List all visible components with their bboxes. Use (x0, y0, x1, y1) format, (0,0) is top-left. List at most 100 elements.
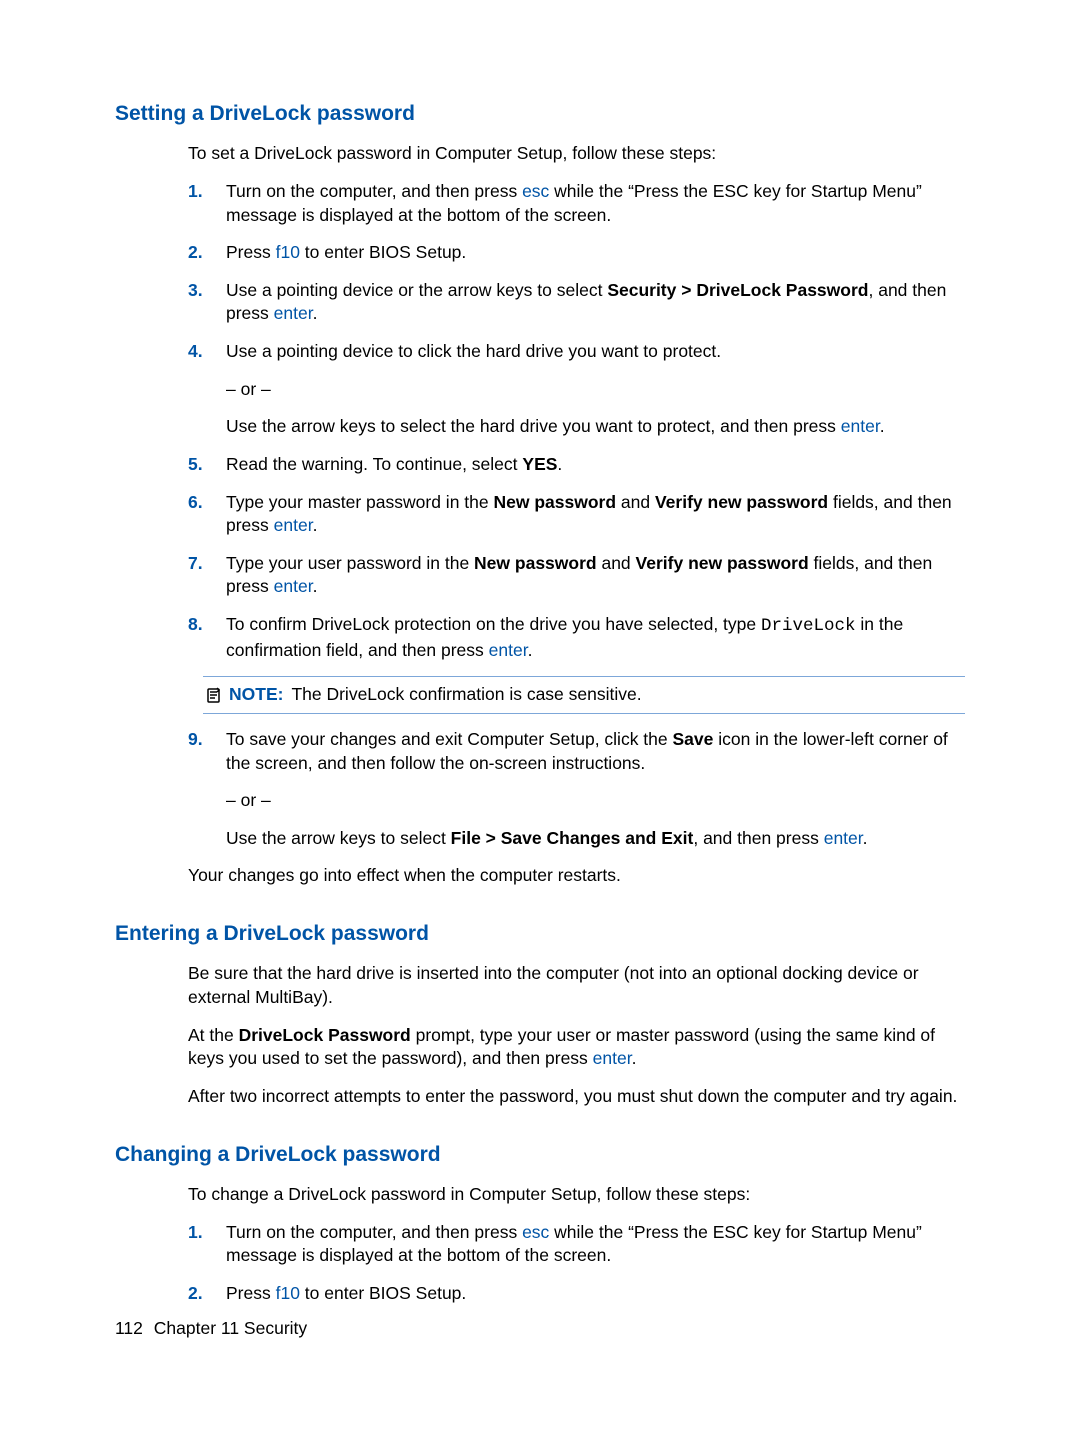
text: . (313, 515, 318, 535)
text: . (528, 640, 533, 660)
step-body: Turn on the computer, and then press esc… (226, 1221, 965, 1268)
text: Use a pointing device or the arrow keys … (226, 280, 607, 300)
step-item: 3. Use a pointing device or the arrow ke… (115, 279, 965, 326)
step-item: 7. Type your user password in the New pa… (115, 552, 965, 599)
note-text: The DriveLock confirmation is case sensi… (291, 683, 965, 707)
step-body: To confirm DriveLock protection on the d… (226, 613, 965, 662)
step-number: 9. (188, 728, 226, 851)
page-number: 112 (115, 1318, 143, 1338)
step-item: 8. To confirm DriveLock protection on th… (115, 613, 965, 662)
changing-steps-list: 1. Turn on the computer, and then press … (115, 1221, 965, 1306)
step-item: 5. Read the warning. To continue, select… (115, 453, 965, 477)
step-body: Use a pointing device to click the hard … (226, 340, 965, 439)
step-body: Use a pointing device or the arrow keys … (226, 279, 965, 326)
step-body: Press f10 to enter BIOS Setup. (226, 241, 965, 265)
text: . (313, 303, 318, 323)
step-item: 9. To save your changes and exit Compute… (115, 728, 965, 851)
step-body: Type your master password in the New pas… (226, 491, 965, 538)
text: Type your master password in the (226, 492, 493, 512)
text: to enter BIOS Setup. (300, 242, 466, 262)
key-esc: esc (522, 1222, 549, 1242)
document-page: Setting a DriveLock password To set a Dr… (0, 0, 1080, 1305)
bold-text: YES (522, 454, 557, 474)
text: . (863, 828, 868, 848)
step-item: 2. Press f10 to enter BIOS Setup. (115, 241, 965, 265)
step-body: Turn on the computer, and then press esc… (226, 180, 965, 227)
text: At the (188, 1025, 239, 1045)
text: and (616, 492, 655, 512)
bold-text: File > Save Changes and Exit (451, 828, 694, 848)
paragraph: After two incorrect attempts to enter th… (188, 1085, 965, 1109)
key-enter: enter (824, 828, 863, 848)
step-number: 8. (188, 613, 226, 662)
bold-text: Verify new password (636, 553, 809, 573)
bold-text: DriveLock Password (239, 1025, 411, 1045)
key-enter: enter (274, 515, 313, 535)
key-esc: esc (522, 181, 549, 201)
text: Turn on the computer, and then press (226, 181, 522, 201)
text: Use the arrow keys to select the hard dr… (226, 416, 841, 436)
step-body: Type your user password in the New passw… (226, 552, 965, 599)
step-number: 1. (188, 1221, 226, 1268)
text: To confirm DriveLock protection on the d… (226, 614, 761, 634)
key-enter: enter (489, 640, 528, 660)
paragraph: Be sure that the hard drive is inserted … (188, 962, 965, 1009)
text: . (880, 416, 885, 436)
text: Use a pointing device to click the hard … (226, 340, 965, 364)
text: to enter BIOS Setup. (300, 1283, 466, 1303)
step-number: 2. (188, 241, 226, 265)
closing-text: Your changes go into effect when the com… (188, 864, 965, 888)
note-box: NOTE: The DriveLock confirmation is case… (203, 676, 965, 714)
step-item: 1. Turn on the computer, and then press … (115, 180, 965, 227)
intro-text: To change a DriveLock password in Comput… (188, 1183, 965, 1207)
key-enter: enter (841, 416, 880, 436)
text: . (632, 1048, 637, 1068)
text: , and then press (693, 828, 823, 848)
step-body: To save your changes and exit Computer S… (226, 728, 965, 851)
text: To save your changes and exit Computer S… (226, 729, 673, 749)
step-item: 6. Type your master password in the New … (115, 491, 965, 538)
page-footer: 112 Chapter 11 Security (115, 1317, 307, 1341)
key-f10: f10 (276, 1283, 300, 1303)
step-number: 7. (188, 552, 226, 599)
bold-text: Verify new password (655, 492, 828, 512)
step-number: 5. (188, 453, 226, 477)
text: Turn on the computer, and then press (226, 1222, 522, 1242)
text: Read the warning. To continue, select (226, 454, 522, 474)
step-body: Press f10 to enter BIOS Setup. (226, 1282, 965, 1306)
bold-text: New password (474, 553, 597, 573)
step-item: 4. Use a pointing device to click the ha… (115, 340, 965, 439)
text: Use the arrow keys to select (226, 828, 451, 848)
key-enter: enter (274, 576, 313, 596)
chapter-title: Chapter 11 Security (154, 1318, 307, 1338)
heading-entering-drivelock: Entering a DriveLock password (115, 916, 965, 948)
key-enter: enter (593, 1048, 632, 1068)
bold-text: Security > DriveLock Password (607, 280, 868, 300)
or-divider: – or – (226, 378, 965, 402)
step-number: 3. (188, 279, 226, 326)
step-item: 1. Turn on the computer, and then press … (115, 1221, 965, 1268)
step-number: 1. (188, 180, 226, 227)
text: Press (226, 1283, 276, 1303)
intro-text: To set a DriveLock password in Computer … (188, 142, 965, 166)
step-number: 4. (188, 340, 226, 439)
note-label: NOTE: (229, 683, 283, 707)
bold-text: Save (673, 729, 714, 749)
step-number: 2. (188, 1282, 226, 1306)
setting-steps-list-cont: 9. To save your changes and exit Compute… (115, 728, 965, 851)
text: Type your user password in the (226, 553, 474, 573)
heading-setting-drivelock: Setting a DriveLock password (115, 96, 965, 128)
paragraph: At the DriveLock Password prompt, type y… (188, 1024, 965, 1071)
text: . (557, 454, 562, 474)
key-f10: f10 (276, 242, 300, 262)
step-number: 6. (188, 491, 226, 538)
text: and (597, 553, 636, 573)
monospace-text: DriveLock (761, 616, 856, 636)
heading-changing-drivelock: Changing a DriveLock password (115, 1137, 965, 1169)
text: . (313, 576, 318, 596)
or-divider: – or – (226, 789, 965, 813)
bold-text: New password (493, 492, 616, 512)
key-enter: enter (274, 303, 313, 323)
note-icon (203, 687, 225, 703)
text: Press (226, 242, 276, 262)
